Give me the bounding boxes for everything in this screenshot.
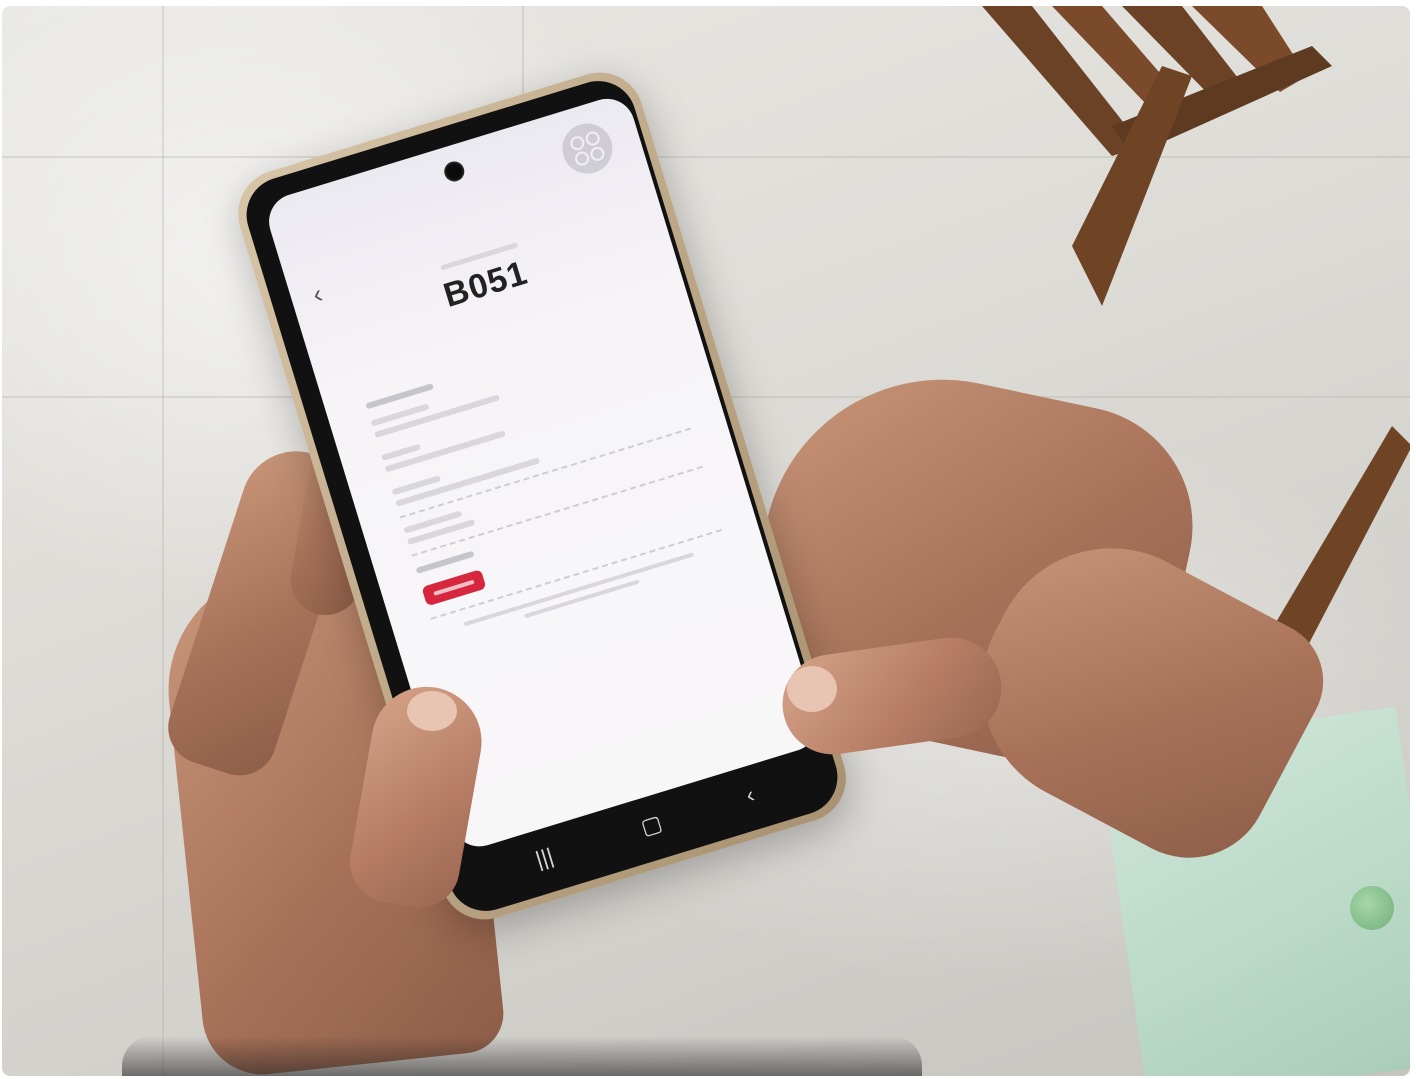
left-thumbnail <box>407 691 457 731</box>
home-icon[interactable]: ▢ <box>638 810 665 841</box>
queue-number: B051 <box>439 253 532 315</box>
foreground-object <box>122 1036 922 1076</box>
recents-icon[interactable]: ||| <box>533 843 557 873</box>
front-camera <box>441 158 467 184</box>
shirt-button <box>1350 886 1394 930</box>
status-label-blur <box>415 550 475 574</box>
dashed-divider <box>399 427 692 519</box>
chevron-left-icon[interactable]: ‹ <box>309 278 326 310</box>
back-icon[interactable]: ‹ <box>743 782 758 809</box>
circle-logo-icon <box>556 117 619 180</box>
footnote-blur <box>463 552 695 627</box>
tile-seam <box>162 6 164 1076</box>
photo-frame: ‹ B051 ||| ▢ ‹ <box>2 6 1410 1076</box>
right-thumbnail <box>787 666 837 712</box>
status-badge <box>421 569 487 607</box>
